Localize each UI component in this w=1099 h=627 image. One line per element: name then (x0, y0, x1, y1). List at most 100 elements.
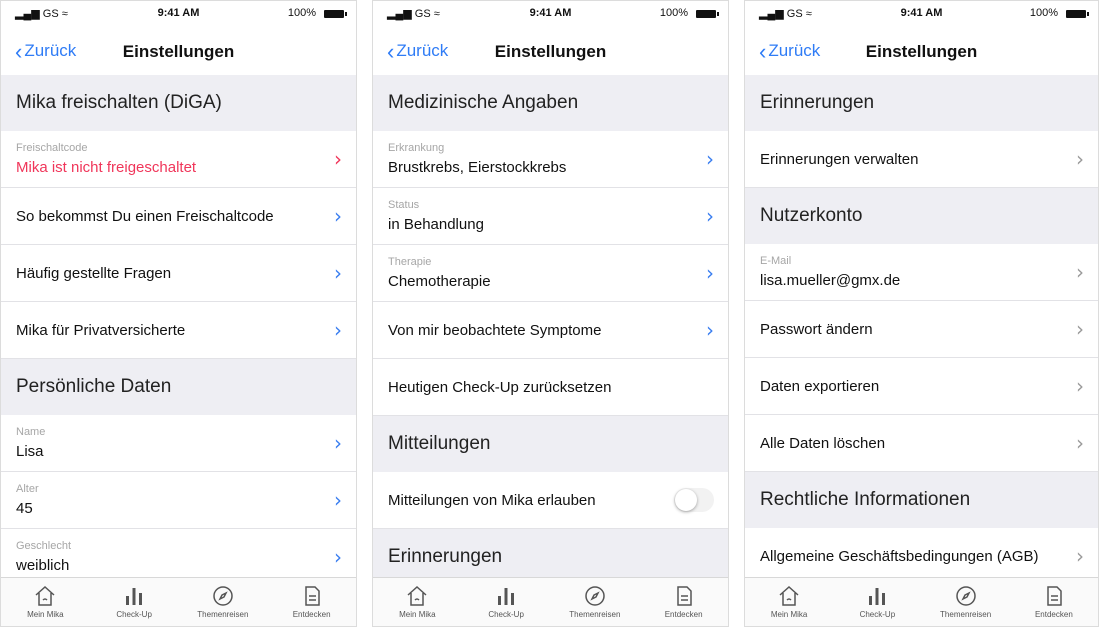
tab-label: Check-Up (859, 610, 896, 619)
battery-icon (696, 10, 719, 18)
page-title: Einstellungen (494, 42, 607, 61)
section-header-medical: Medizinische Angaben (373, 75, 728, 131)
chevron-right-icon: › (706, 147, 714, 171)
row-private-insured[interactable]: Mika für Privatversicherte › (1, 302, 356, 359)
row-export-data[interactable]: Daten exportieren › (745, 358, 1098, 415)
status-bar: ▂▄▆ GS ≈ 9:41 AM 100% (373, 1, 728, 25)
tab-check-up[interactable]: Check-Up (833, 578, 921, 626)
row-label: Geschlecht (16, 540, 72, 552)
section-header-messages: Mitteilungen (373, 416, 728, 472)
tab-label: Mein Mika (27, 610, 64, 619)
row-age[interactable]: Alter 45 › (1, 472, 356, 529)
tab-mein-mika[interactable]: Mein Mika (373, 578, 462, 626)
chevron-right-icon: › (1076, 260, 1084, 284)
chevron-right-icon: › (1076, 431, 1084, 455)
tab-themenreisen[interactable]: Themenreisen (551, 578, 640, 626)
section-header-account: Nutzerkonto (745, 188, 1098, 244)
tab-label: Mein Mika (770, 610, 808, 619)
section-header-legal: Rechtliche Informationen (745, 472, 1098, 528)
row-name[interactable]: Name Lisa › (1, 415, 356, 472)
row-status[interactable]: Status in Behandlung › (373, 188, 728, 245)
row-therapy[interactable]: Therapie Chemotherapie › (373, 245, 728, 302)
row-gender[interactable]: Geschlecht weiblich › (1, 529, 356, 578)
settings-list[interactable]: Mika freischalten (DiGA) Freischaltcode … (1, 75, 356, 578)
chevron-right-icon: › (334, 545, 342, 569)
tab-check-up[interactable]: Check-Up (90, 578, 179, 626)
row-label: Freischaltcode (16, 142, 88, 154)
row-label: Passwort ändern (760, 320, 873, 338)
section-header-personal: Persönliche Daten (1, 359, 356, 415)
home-icon (35, 585, 55, 606)
tab-bar: Mein Mika Check-Up Themenreisen Entdecke… (745, 577, 1098, 626)
row-value: 45 (16, 500, 33, 517)
row-label: Therapie (388, 256, 432, 268)
row-reset-checkup[interactable]: Heutigen Check-Up zurücksetzen (373, 359, 728, 416)
row-allow-messages: Mitteilungen von Mika erlauben (373, 472, 728, 529)
document-icon (676, 586, 692, 606)
chevron-right-icon: › (334, 204, 342, 228)
tab-label: Themenreisen (197, 610, 249, 619)
compass-icon (955, 586, 976, 606)
row-label: Status (388, 199, 420, 211)
row-email[interactable]: E-Mail lisa.mueller@gmx.de › (745, 244, 1098, 301)
tab-label: Check-Up (488, 610, 524, 619)
row-label: Alter (16, 483, 39, 495)
battery-percent: 100% (1029, 7, 1058, 19)
nav-bar: ‹ Zurück Einstellungen (745, 25, 1098, 75)
tab-themenreisen[interactable]: Themenreisen (922, 578, 1010, 626)
tab-mein-mika[interactable]: Mein Mika (1, 578, 90, 626)
chevron-right-icon: › (1076, 374, 1084, 398)
row-label: Mika für Privatversicherte (16, 321, 186, 339)
chevron-right-icon: › (706, 318, 714, 342)
section-header-reminders: Erinnerungen (745, 75, 1098, 131)
tab-bar: Mein Mika Check-Up Themenreisen Entdecke… (1, 577, 356, 626)
row-get-code[interactable]: So bekommst Du einen Freischaltcode › (1, 188, 356, 245)
row-value: Lisa (16, 443, 44, 460)
tab-label: Entdecken (292, 610, 331, 619)
tab-entdecken[interactable]: Entdecken (1010, 578, 1098, 626)
document-icon (1047, 586, 1062, 606)
settings-list[interactable]: Erinnerungen Erinnerungen verwalten › Nu… (745, 75, 1098, 578)
page-title: Einstellungen (122, 42, 235, 61)
chevron-right-icon: › (334, 147, 342, 171)
tab-entdecken[interactable]: Entdecken (639, 578, 728, 626)
bar-chart-icon (869, 588, 886, 605)
row-terms[interactable]: Allgemeine Geschäftsbedingungen (AGB) › (745, 528, 1098, 578)
tab-label: Check-Up (116, 610, 152, 619)
tab-check-up[interactable]: Check-Up (462, 578, 551, 626)
tab-themenreisen[interactable]: Themenreisen (179, 578, 268, 626)
chevron-right-icon: › (706, 204, 714, 228)
row-manage-reminders[interactable]: Erinnerungen verwalten › (745, 131, 1098, 188)
settings-screen-account: ▂▄▆ GS ≈ 9:41 AM 100% ‹ Zurück Einstellu… (744, 0, 1099, 627)
row-faq[interactable]: Häufig gestellte Fragen › (1, 245, 356, 302)
tab-label: Mein Mika (399, 610, 436, 619)
row-label: So bekommst Du einen Freischaltcode (16, 207, 274, 225)
settings-list[interactable]: Medizinische Angaben Erkrankung Brustkre… (373, 75, 728, 578)
battery-percent: 100% (287, 7, 316, 19)
document-icon (304, 586, 320, 606)
battery-icon (1066, 10, 1089, 18)
chevron-right-icon: › (334, 488, 342, 512)
nav-bar: ‹ Zurück Einstellungen (1, 25, 356, 75)
chevron-right-icon: › (334, 431, 342, 455)
row-label: Erkrankung (388, 142, 445, 154)
allow-messages-toggle[interactable] (674, 488, 714, 512)
tab-mein-mika[interactable]: Mein Mika (745, 578, 833, 626)
row-label: Mitteilungen von Mika erlauben (388, 491, 596, 509)
row-activation-code[interactable]: Freischaltcode Mika ist nicht freigescha… (1, 131, 356, 188)
page-title: Einstellungen (865, 42, 978, 61)
tab-bar: Mein Mika Check-Up Themenreisen Entdecke… (373, 577, 728, 626)
chevron-right-icon: › (1076, 317, 1084, 341)
row-label: Heutigen Check-Up zurücksetzen (388, 378, 612, 396)
battery-percent: 100% (659, 7, 688, 19)
status-bar: ▂▄▆ GS ≈ 9:41 AM 100% (745, 1, 1098, 25)
row-label: Von mir beobachtete Symptome (388, 321, 602, 339)
tab-label: Themenreisen (569, 610, 621, 619)
row-disease[interactable]: Erkrankung Brustkrebs, Eierstockkrebs › (373, 131, 728, 188)
row-change-password[interactable]: Passwort ändern › (745, 301, 1098, 358)
row-delete-data[interactable]: Alle Daten löschen › (745, 415, 1098, 472)
row-value: Brustkrebs, Eierstockkrebs (388, 159, 567, 176)
chevron-right-icon: › (1076, 147, 1084, 171)
tab-entdecken[interactable]: Entdecken (267, 578, 356, 626)
row-symptoms[interactable]: Von mir beobachtete Symptome › (373, 302, 728, 359)
